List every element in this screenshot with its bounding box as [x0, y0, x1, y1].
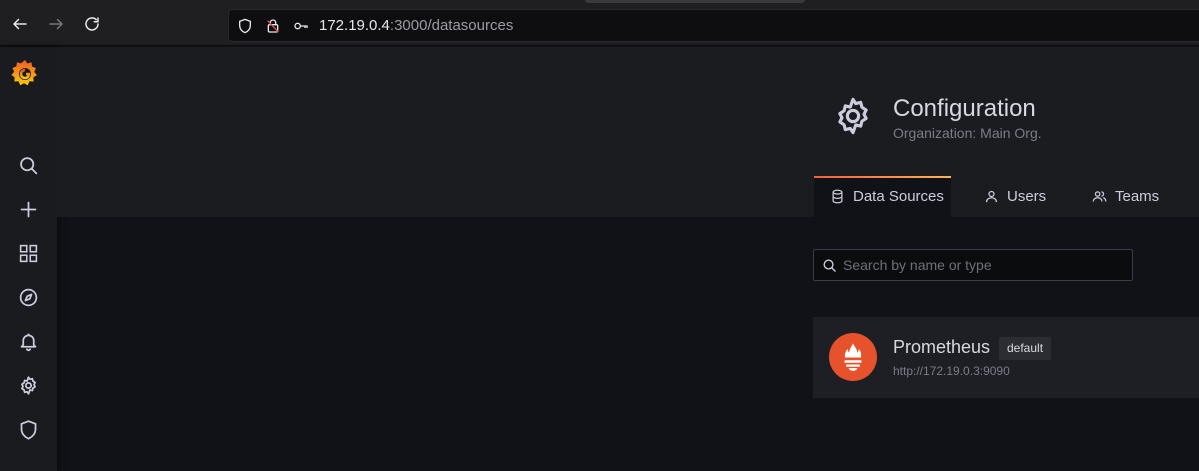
sidebar-item-configuration[interactable] [14, 371, 42, 399]
search-icon [823, 259, 836, 272]
back-button[interactable] [8, 12, 32, 36]
shield-icon[interactable] [237, 18, 253, 34]
grafana-logo[interactable] [9, 57, 41, 89]
forward-arrow-icon [49, 18, 63, 30]
gear-icon [20, 375, 36, 395]
search-input[interactable] [843, 257, 1123, 273]
search-icon [19, 156, 37, 174]
tab-teams[interactable]: Teams [1092, 176, 1159, 217]
address-bar[interactable]: 172.19.0.4:3000/datasources [228, 9, 1199, 42]
shield-icon [20, 419, 36, 440]
prometheus-logo [829, 333, 877, 381]
url-host: 172.19.0.4 [319, 17, 390, 34]
compass-icon [19, 288, 37, 306]
forward-button[interactable] [44, 12, 68, 36]
user-icon [985, 190, 998, 203]
sidebar-item-alerting[interactable] [14, 327, 42, 355]
users-icon [1092, 191, 1107, 202]
datasource-url: http://172.19.0.3:9090 [893, 364, 1010, 378]
back-arrow-icon [13, 18, 27, 30]
database-icon [832, 189, 843, 204]
page-title: Configuration [893, 95, 1036, 122]
lock-warning-icon[interactable] [265, 18, 281, 34]
datasource-card[interactable]: Prometheus default http://172.19.0.3:909… [813, 317, 1199, 398]
datasource-name: Prometheus [893, 337, 991, 357]
default-badge: default [999, 337, 1052, 360]
reload-icon [85, 17, 99, 31]
sidebar-item-search[interactable] [14, 151, 42, 179]
url-path: :3000/datasources [389, 17, 514, 34]
tab-label: Teams [1115, 188, 1160, 205]
sidebar [0, 47, 57, 471]
sidebar-item-create[interactable] [14, 195, 42, 223]
sidebar-item-server-admin[interactable] [14, 415, 42, 443]
tab-data-sources[interactable]: Data Sources [814, 176, 951, 217]
grid-icon [19, 244, 37, 262]
sidebar-item-explore[interactable] [14, 283, 42, 311]
search-field[interactable] [813, 249, 1133, 281]
sidebar-item-dashboards[interactable] [14, 239, 42, 267]
tab-label: Users [1007, 188, 1047, 205]
tab-label: Data Sources [853, 188, 944, 205]
bell-icon [20, 333, 36, 351]
page-subtitle: Organization: Main Org. [893, 125, 1042, 141]
plus-icon [20, 201, 36, 217]
tab-strip [585, 0, 805, 3]
browser-toolbar: 172.19.0.4:3000/datasources [0, 0, 1199, 46]
key-icon[interactable] [293, 18, 309, 34]
reload-button[interactable] [80, 12, 104, 36]
url-text: 172.19.0.4:3000/datasources [319, 17, 513, 34]
tab-users[interactable]: Users [984, 176, 1046, 217]
gear-icon [838, 97, 868, 135]
